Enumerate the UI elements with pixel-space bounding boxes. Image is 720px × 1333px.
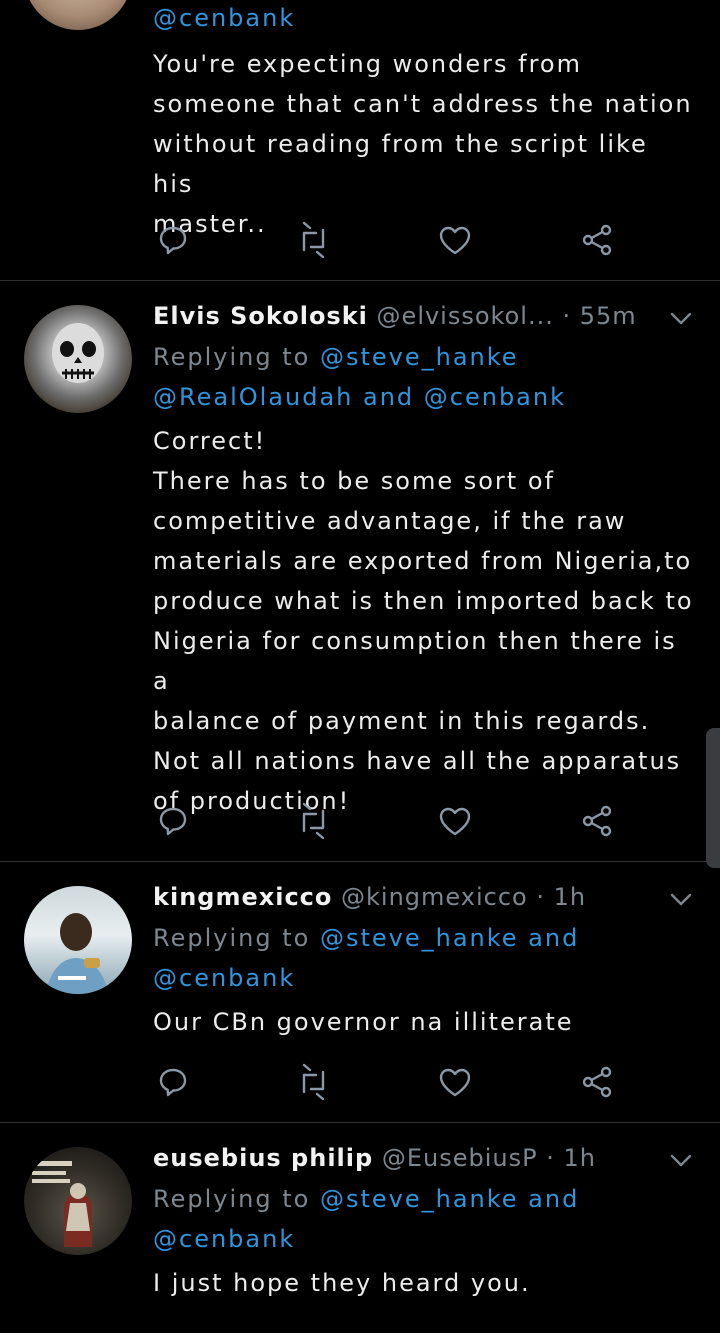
tweet[interactable]: kingmexicco @kingmexicco · 1h Replying t… bbox=[0, 862, 720, 1122]
handle[interactable]: @kingmexicco bbox=[341, 883, 528, 911]
retweet-icon[interactable] bbox=[293, 801, 333, 841]
handle[interactable]: @elvissokol... bbox=[377, 302, 554, 330]
tweet[interactable]: eusebius philip @EusebiusP · 1h Replying… bbox=[0, 1123, 720, 1333]
tweet-actions bbox=[153, 220, 623, 260]
display-name[interactable]: Elvis Sokoloski bbox=[153, 302, 368, 330]
reply-mention[interactable]: @cenbank bbox=[153, 4, 295, 32]
reply-mention[interactable]: @steve_hanke and bbox=[320, 924, 579, 952]
tweet-text: You're expecting wonders from someone th… bbox=[153, 50, 693, 238]
scrollbar[interactable] bbox=[706, 728, 720, 868]
tweet-header: Elvis Sokoloski @elvissokol... · 55m bbox=[153, 299, 694, 333]
avatar[interactable] bbox=[24, 886, 132, 994]
share-icon[interactable] bbox=[577, 220, 617, 260]
tweet-header: kingmexicco @kingmexicco · 1h bbox=[153, 880, 694, 914]
avatar[interactable] bbox=[24, 305, 132, 413]
reply-icon[interactable] bbox=[153, 1062, 193, 1102]
tweet-actions bbox=[153, 1062, 623, 1102]
reply-mention[interactable]: @steve_hanke and bbox=[320, 1185, 579, 1213]
tweet[interactable]: @cenbank You're expecting wonders from s… bbox=[0, 0, 720, 280]
reply-icon[interactable] bbox=[153, 220, 193, 260]
display-name[interactable]: kingmexicco bbox=[153, 883, 332, 911]
retweet-icon[interactable] bbox=[293, 220, 333, 260]
display-name[interactable]: eusebius philip bbox=[153, 1144, 373, 1172]
tweet[interactable]: Elvis Sokoloski @elvissokol... · 55m Rep… bbox=[0, 281, 720, 861]
timestamp[interactable]: · 1h bbox=[546, 1144, 596, 1172]
handle[interactable]: @EusebiusP bbox=[382, 1144, 538, 1172]
retweet-icon[interactable] bbox=[293, 1062, 333, 1102]
tweet-text: Correct! There has to be some sort of co… bbox=[153, 427, 694, 815]
replying-to-label: Replying to bbox=[153, 1185, 311, 1213]
timestamp[interactable]: · 1h bbox=[536, 883, 586, 911]
avatar[interactable] bbox=[24, 1147, 132, 1255]
share-icon[interactable] bbox=[577, 801, 617, 841]
replying-to-label: Replying to bbox=[153, 343, 311, 371]
heart-icon[interactable] bbox=[435, 801, 475, 841]
tweet-text: I just hope they heard you. bbox=[153, 1269, 531, 1297]
tweet-actions bbox=[153, 801, 623, 841]
reply-mention[interactable]: @cenbank bbox=[153, 1225, 295, 1253]
replying-to-label: Replying to bbox=[153, 924, 311, 952]
share-icon[interactable] bbox=[577, 1062, 617, 1102]
heart-icon[interactable] bbox=[435, 1062, 475, 1102]
timestamp[interactable]: · 55m bbox=[562, 302, 636, 330]
reply-mention[interactable]: @RealOlaudah and @cenbank bbox=[153, 383, 566, 411]
heart-icon[interactable] bbox=[435, 220, 475, 260]
tweet-header: eusebius philip @EusebiusP · 1h bbox=[153, 1141, 694, 1175]
reply-icon[interactable] bbox=[153, 801, 193, 841]
tweet-text: Our CBn governor na illiterate bbox=[153, 1008, 574, 1036]
reply-mention[interactable]: @steve_hanke bbox=[320, 343, 519, 371]
avatar[interactable] bbox=[24, 0, 132, 30]
reply-mention[interactable]: @cenbank bbox=[153, 964, 295, 992]
